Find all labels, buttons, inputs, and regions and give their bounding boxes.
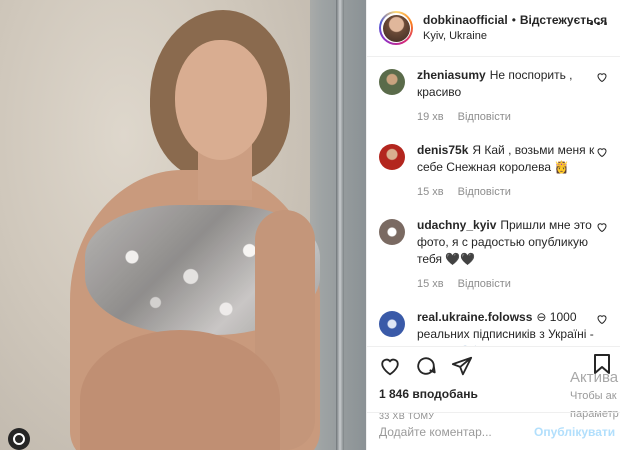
comment-avatar[interactable] — [379, 69, 405, 95]
comment-age: 15 хв — [417, 186, 444, 198]
light-stand — [336, 0, 344, 450]
comment-username[interactable]: real.ukraine.folowss — [417, 310, 532, 324]
ellipsis-icon[interactable]: ··· — [589, 14, 610, 35]
comment-avatar[interactable] — [379, 144, 405, 170]
like-heart-icon[interactable] — [379, 355, 401, 377]
heart-icon[interactable] — [596, 146, 608, 161]
tagged-users-icon[interactable] — [8, 428, 30, 450]
avatar[interactable] — [379, 11, 413, 45]
comment-username[interactable]: zheniasumy — [417, 68, 486, 82]
share-send-icon[interactable] — [451, 355, 473, 377]
comment-input[interactable] — [379, 424, 534, 439]
username-link[interactable]: dobkinaofficial — [423, 12, 508, 28]
comment-username[interactable]: denis75k — [417, 143, 468, 157]
comment-username[interactable]: udachny_kyiv — [417, 218, 496, 232]
post-header: dobkinaofficial • Відстежується Kyiv, Uk… — [367, 0, 620, 57]
comment-age: 19 хв — [417, 111, 444, 123]
reply-button[interactable]: Відповісти — [458, 186, 511, 198]
heart-icon[interactable] — [596, 71, 608, 86]
comments-list[interactable]: zheniasumy Не поспорить , красиво 19 хв Ві… — [367, 57, 620, 346]
comment-avatar[interactable] — [379, 311, 405, 337]
comment-age: 15 хв — [417, 278, 444, 290]
post-photo[interactable] — [0, 0, 366, 450]
comment-avatar[interactable] — [379, 219, 405, 245]
comment-prefix-icon: ⊖ — [536, 310, 547, 324]
reply-button[interactable]: Відповісти — [458, 111, 511, 123]
photo-face — [175, 40, 267, 160]
add-comment-bar: Опублікувати — [367, 412, 620, 450]
heart-icon[interactable] — [596, 313, 608, 328]
heart-icon[interactable] — [596, 221, 608, 236]
avatar-image — [382, 14, 410, 42]
location-link[interactable]: Kyiv, Ukraine — [423, 28, 607, 44]
header-separator: • — [511, 13, 516, 27]
comment-item: zheniasumy Не поспорить , красиво 19 хв Ві… — [379, 67, 608, 126]
publish-button[interactable]: Опублікувати — [534, 425, 615, 439]
comment-item: denis75k Я Кай , возьми меня к себе Снежн… — [379, 142, 608, 201]
comment-item: udachny_kyiv Пришли мне это фото, я с рад… — [379, 217, 608, 293]
post-side-panel: dobkinaofficial • Відстежується Kyiv, Uk… — [366, 0, 620, 450]
watermark-title: Актива — [570, 369, 619, 386]
comment-item: real.ukraine.folowss ⊖ 1000 реальних підп… — [379, 309, 608, 346]
comment-bubble-icon[interactable] — [415, 355, 437, 377]
watermark-line: Чтобы ак — [570, 390, 617, 402]
reply-button[interactable]: Відповісти — [458, 278, 511, 290]
